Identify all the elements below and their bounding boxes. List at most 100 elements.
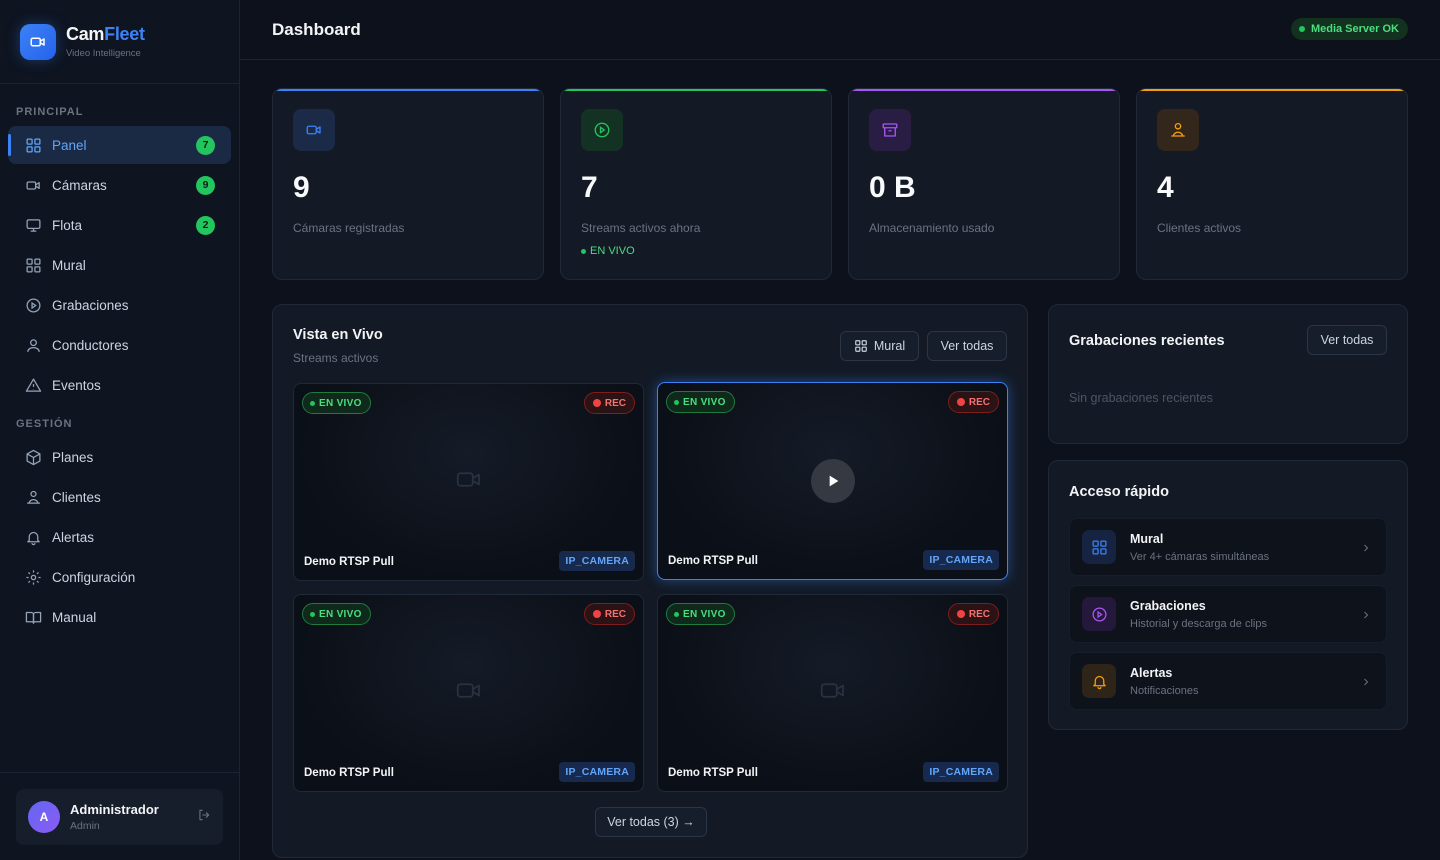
user-icon (24, 336, 42, 354)
quick-access-item-alertas[interactable]: Alertas Notificaciones (1069, 652, 1387, 710)
see-all-cameras-button[interactable]: Ver todas (927, 331, 1007, 361)
quick-access-title: Acceso rápido (1069, 484, 1169, 500)
avatar: A (28, 801, 60, 833)
stat-card-storage: 0 B Almacenamiento usado (848, 88, 1120, 280)
camera-tile[interactable]: EN VIVO REC Demo RTSP Pull IP_CAMERA (657, 594, 1008, 792)
live-badge: EN VIVO (302, 392, 371, 414)
sidebar-item-mural[interactable]: Mural (8, 246, 231, 284)
live-badge-text: EN VIVO (319, 397, 362, 409)
live-badge: EN VIVO (666, 391, 735, 413)
nav-principal: Panel 7 Cámaras 9 Flota 2 Mural Grabacio… (0, 126, 239, 404)
stat-label: Almacenamiento usado (869, 221, 995, 235)
play-button[interactable] (810, 459, 855, 503)
sidebar-item-label: Conductores (52, 337, 129, 353)
stat-card-streams: 7 Streams activos ahora EN VIVO (560, 88, 832, 280)
sidebar-item-label: Mural (52, 257, 86, 273)
archive-icon (869, 109, 911, 151)
sidebar-item-flota[interactable]: Flota 2 (8, 206, 231, 244)
camera-placeholder-icon (454, 465, 484, 500)
rec-badge-text: REC (968, 396, 990, 408)
sidebar-item-grabaciones[interactable]: Grabaciones (8, 286, 231, 324)
live-badge: EN VIVO (666, 603, 735, 625)
sidebar-item-label: Planes (52, 449, 94, 465)
stat-value: 9 (293, 171, 310, 204)
network-icon (24, 488, 42, 506)
count-badge: 2 (196, 215, 215, 235)
sidebar-item-alertas[interactable]: Alertas (8, 518, 231, 556)
live-badge-text: EN VIVO (683, 396, 726, 408)
brand-name: CamFleet (66, 24, 145, 45)
stat-label: Streams activos ahora (581, 221, 701, 235)
see-all-recordings-button[interactable]: Ver todas (1307, 325, 1387, 355)
sidebar-item-label: Alertas (52, 529, 95, 545)
user-name: Administrador (70, 802, 159, 817)
grid-icon (24, 136, 42, 154)
brand[interactable]: CamFleet Video Intelligence (0, 0, 239, 84)
sidebar-item-label: Eventos (52, 377, 101, 393)
camera-type-badge: IP_CAMERA (923, 550, 999, 570)
gear-icon (24, 568, 42, 586)
sidebar-item-panel[interactable]: Panel 7 (8, 126, 231, 164)
sidebar-item-planes[interactable]: Planes (8, 438, 231, 476)
camera-name: Demo RTSP Pull (668, 555, 758, 567)
stat-label: Cámaras registradas (293, 221, 405, 235)
status-dot-icon (1298, 26, 1305, 32)
camera-type-badge: IP_CAMERA (559, 551, 635, 571)
chevron-right-icon (1360, 675, 1372, 693)
sidebar-item-label: Manual (52, 609, 97, 625)
camera-tile[interactable]: EN VIVO REC Demo RTSP Pull IP_CAMERA (293, 594, 644, 792)
rec-badge: REC (947, 391, 999, 413)
sidebar-item-manual[interactable]: Manual (8, 598, 231, 636)
live-indicator: EN VIVO (581, 245, 811, 257)
nav-gestion: Planes Clientes Alertas Configuración Ma… (0, 438, 239, 636)
sidebar-item-camaras[interactable]: Cámaras 9 (8, 166, 231, 204)
rec-badge: REC (583, 603, 635, 625)
quick-access-panel: Acceso rápido Mural Ver 4+ cámaras simul… (1048, 460, 1408, 730)
network-icon (1157, 109, 1199, 151)
sidebar-item-label: Cámaras (52, 177, 107, 193)
camera-tile-selected[interactable]: EN VIVO REC Demo RTSP Pull IP_CAMERA (657, 382, 1008, 580)
stat-card-cameras: 9 Cámaras registradas (272, 88, 544, 280)
rec-badge: REC (947, 603, 999, 625)
live-badge: EN VIVO (302, 603, 371, 625)
recent-recordings-title: Grabaciones recientes (1069, 333, 1225, 349)
play-circle-icon (581, 109, 623, 151)
sidebar-item-conductores[interactable]: Conductores (8, 326, 231, 364)
sidebar-item-configuracion[interactable]: Configuración (8, 558, 231, 596)
chevron-right-icon (1360, 608, 1372, 626)
user-card[interactable]: A Administrador Admin (16, 789, 223, 845)
chevron-right-icon (1360, 541, 1372, 559)
grid-icon (854, 339, 868, 353)
rec-badge-text: REC (968, 608, 990, 620)
camera-tile[interactable]: EN VIVO REC Demo RTSP Pull IP_CAMERA (293, 383, 644, 581)
quick-access-item-desc: Notificaciones (1130, 684, 1199, 697)
rec-badge-text: REC (604, 608, 626, 620)
camera-placeholder-icon (818, 676, 848, 711)
sidebar-item-label: Flota (52, 217, 83, 233)
play-circle-icon (24, 296, 42, 314)
quick-access-item-desc: Historial y descarga de clips (1130, 617, 1267, 630)
stat-value: 0 B (869, 171, 916, 204)
stat-value: 7 (581, 171, 598, 204)
sidebar-item-eventos[interactable]: Eventos (8, 366, 231, 404)
video-camera-icon (24, 176, 42, 194)
recent-recordings-panel: Grabaciones recientes Ver todas Sin grab… (1048, 304, 1408, 444)
bell-icon (24, 528, 42, 546)
see-all-count-button[interactable]: Ver todas (3) → (595, 807, 707, 837)
brand-name-part2: Fleet (104, 24, 145, 44)
quick-access-item-title: Alertas (1130, 665, 1173, 680)
sidebar-item-label: Panel (52, 137, 87, 153)
monitor-icon (24, 216, 42, 234)
camera-type-badge: IP_CAMERA (923, 762, 999, 782)
brand-name-part1: Cam (66, 24, 105, 44)
logout-icon[interactable] (197, 808, 211, 827)
topbar: Dashboard Media Server OK (240, 0, 1440, 60)
quick-access-item-mural[interactable]: Mural Ver 4+ cámaras simultáneas (1069, 518, 1387, 576)
camera-type-badge: IP_CAMERA (559, 762, 635, 782)
stat-card-clients: 4 Clientes activos (1136, 88, 1408, 280)
mural-button[interactable]: Mural (840, 331, 919, 361)
count-badge: 7 (196, 135, 215, 155)
sidebar-item-clientes[interactable]: Clientes (8, 478, 231, 516)
quick-access-item-grabaciones[interactable]: Grabaciones Historial y descarga de clip… (1069, 585, 1387, 643)
rec-badge: REC (583, 392, 635, 414)
